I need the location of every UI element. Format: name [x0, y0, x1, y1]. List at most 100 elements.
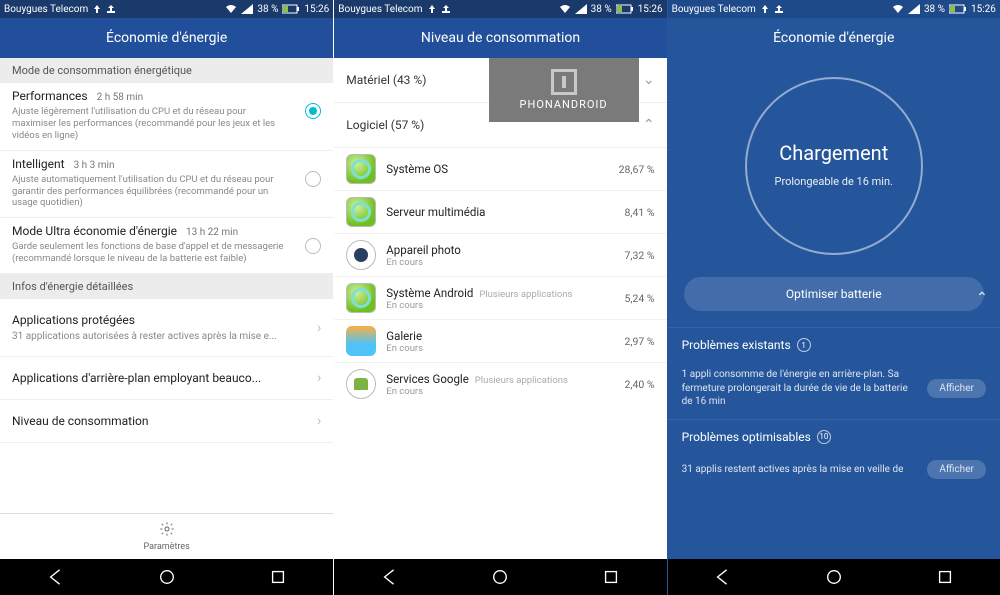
battery-pct: 38 %	[257, 4, 278, 15]
app-row[interactable]: Appareil photo En cours 7,32 %	[334, 233, 666, 276]
radio-unselected[interactable]	[305, 171, 321, 187]
nav-background-apps[interactable]: Applications d'arrière-plan employant be…	[0, 357, 333, 400]
app-pct: 2,40 %	[625, 378, 655, 391]
carrier-label: Bouygues Telecom	[338, 4, 422, 15]
phonandroid-watermark: PHONANDROID	[489, 58, 639, 122]
page-title: Économie d'énergie	[668, 18, 1000, 58]
optimizable-problems-expander[interactable]: Problèmes optimisables 10 ⌃	[668, 419, 1000, 454]
optimize-battery-button[interactable]: Optimiser batterie	[684, 277, 984, 311]
app-pct: 28,67 %	[619, 163, 655, 176]
section-mode-label: Mode de consommation énergétique	[0, 58, 333, 83]
battery-icon	[616, 4, 634, 14]
gallery-icon	[346, 326, 376, 356]
app-row[interactable]: Serveur multimédia 8,41 %	[334, 190, 666, 233]
wifi-icon	[559, 4, 571, 14]
page-title: Niveau de consommation	[334, 18, 666, 58]
count-badge: 10	[817, 430, 831, 444]
battery-pct: 38 %	[924, 4, 945, 15]
upload-icon	[760, 4, 770, 14]
wifi-icon	[892, 4, 904, 14]
mode-desc: Garde seulement les fonctions de base d'…	[12, 241, 321, 265]
recent-button[interactable]	[269, 568, 287, 586]
chevron-right-icon: ›	[317, 370, 321, 386]
signal-icon	[241, 4, 253, 14]
nav-protected-apps[interactable]: Applications protégées 31 applications a…	[0, 299, 333, 357]
app-pct: 7,32 %	[625, 249, 655, 262]
settings-label: Paramètres	[144, 542, 190, 552]
app-row[interactable]: Services GooglePlusieurs applications En…	[334, 362, 666, 405]
existing-problem-note: 1 appli consomme de l'énergie en arrière…	[668, 362, 1000, 419]
share-icon	[106, 4, 116, 14]
chevron-down-icon: ⌄	[643, 72, 655, 88]
settings-tab[interactable]: Paramètres	[0, 513, 333, 559]
recent-button[interactable]	[602, 568, 620, 586]
clock: 15:26	[304, 4, 329, 15]
status-bar: Bouygues Telecom 38 % 15:26	[334, 0, 666, 18]
battery-icon	[949, 4, 967, 14]
gear-icon	[159, 521, 175, 540]
app-pct: 5,24 %	[625, 292, 655, 305]
nav-consumption-level[interactable]: Niveau de consommation ›	[0, 400, 333, 443]
home-button[interactable]	[825, 568, 843, 586]
app-pct: 2,97 %	[625, 335, 655, 348]
carrier-label: Bouygues Telecom	[672, 4, 756, 15]
nav-bar	[334, 559, 666, 595]
show-button[interactable]: Afficher	[927, 379, 986, 399]
screen-consumption-level: Bouygues Telecom 38 % 15:26 Niveau de co…	[333, 0, 666, 595]
chevron-right-icon: ›	[317, 320, 321, 336]
wifi-icon	[225, 4, 237, 14]
share-icon	[774, 4, 784, 14]
section-info-label: Infos d'énergie détaillées	[0, 274, 333, 299]
recent-button[interactable]	[936, 568, 954, 586]
phonandroid-logo-icon	[551, 69, 577, 95]
mode-desc: Ajuste automatiquement l'utilisation du …	[12, 174, 321, 210]
mode-performances[interactable]: Performances 2 h 58 min Ajuste légèremen…	[0, 83, 333, 151]
mode-ultra[interactable]: Mode Ultra économie d'énergie 13 h 22 mi…	[0, 218, 333, 274]
signal-icon	[575, 4, 587, 14]
upload-icon	[92, 4, 102, 14]
clock: 15:26	[638, 4, 663, 15]
home-button[interactable]	[491, 568, 509, 586]
mode-title: Mode Ultra économie d'énergie	[12, 224, 177, 238]
system-os-icon	[346, 154, 376, 184]
home-button[interactable]	[158, 568, 176, 586]
google-services-icon	[346, 369, 376, 399]
mode-intelligent[interactable]: Intelligent 3 h 3 min Ajuste automatique…	[0, 151, 333, 219]
signal-icon	[908, 4, 920, 14]
clock: 15:26	[971, 4, 996, 15]
back-button[interactable]	[47, 568, 65, 586]
screen-power-saving: Bouygues Telecom 38 % 15:26 Économie d'é…	[0, 0, 333, 595]
page-title: Économie d'énergie	[0, 18, 333, 58]
battery-icon	[282, 4, 300, 14]
charging-label: Chargement	[779, 141, 888, 165]
extendable-label: Prolongeable de 16 min.	[775, 175, 893, 189]
existing-problems-expander[interactable]: Problèmes existants 1 ⌃	[668, 327, 1000, 362]
screen-battery-optimize: Bouygues Telecom 38 % 15:26 Économie d'é…	[667, 0, 1000, 595]
mode-time: 2 h 58 min	[97, 92, 144, 103]
carrier-label: Bouygues Telecom	[4, 4, 88, 15]
app-row[interactable]: Système OS 28,67 %	[334, 148, 666, 190]
back-button[interactable]	[714, 568, 732, 586]
mode-title: Performances	[12, 89, 88, 103]
chevron-up-icon: ⌃	[976, 290, 988, 306]
chevron-up-icon: ⌃	[643, 117, 655, 133]
mode-title: Intelligent	[12, 157, 65, 171]
battery-pct: 38 %	[591, 4, 612, 15]
chevron-right-icon: ›	[317, 413, 321, 429]
back-button[interactable]	[381, 568, 399, 586]
status-bar: Bouygues Telecom 38 % 15:26	[668, 0, 1000, 18]
app-row[interactable]: Système AndroidPlusieurs applications En…	[334, 276, 666, 319]
camera-icon	[346, 240, 376, 270]
optimizable-problem-note: 31 applis restent actives après la mise …	[668, 454, 1000, 490]
charging-circle: Chargement Prolongeable de 16 min.	[668, 58, 1000, 273]
expanders: Matériel (43 %) ⌄ Logiciel (57 %) ⌃ PHON…	[334, 58, 666, 148]
show-button[interactable]: Afficher	[927, 460, 986, 480]
share-icon	[441, 4, 451, 14]
status-bar: Bouygues Telecom 38 % 15:26	[0, 0, 333, 18]
upload-icon	[427, 4, 437, 14]
app-row[interactable]: Galerie En cours 2,97 %	[334, 319, 666, 362]
mode-time: 13 h 22 min	[186, 227, 238, 238]
media-server-icon	[346, 197, 376, 227]
nav-bar	[668, 559, 1000, 595]
nav-bar	[0, 559, 333, 595]
